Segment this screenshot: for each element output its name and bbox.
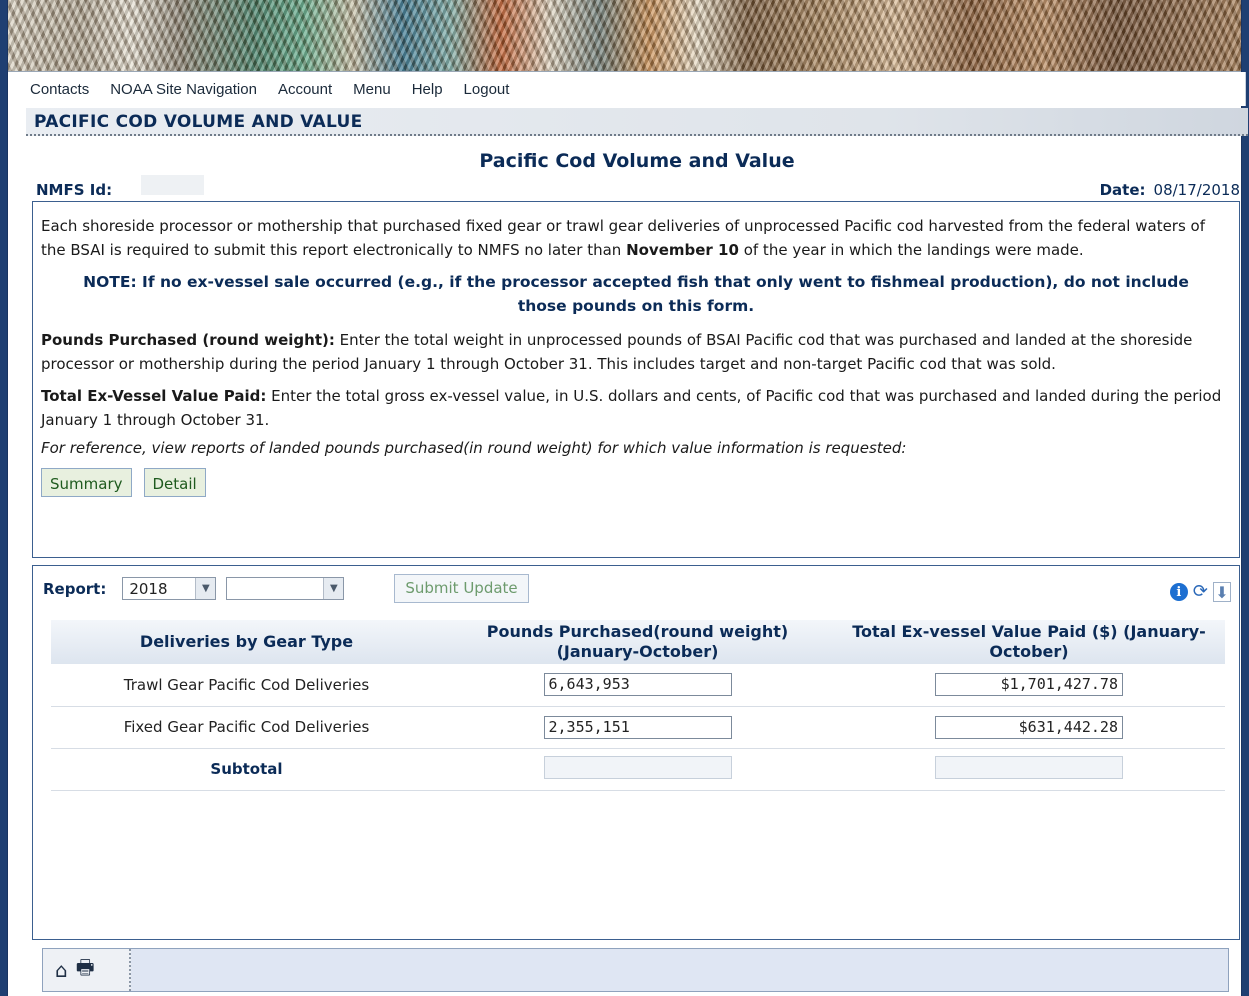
top-navigation: Contacts NOAA Site Navigation Account Me… — [26, 72, 1246, 106]
nav-logout[interactable]: Logout — [464, 81, 510, 98]
chevron-down-icon: ▼ — [195, 578, 216, 599]
pounds-label: Pounds Purchased (round weight): — [41, 331, 335, 349]
cod-deliveries-table: Deliveries by Gear Type Pounds Purchased… — [51, 620, 1225, 791]
table-row: Fixed Gear Pacific Cod Deliveries 2,355,… — [51, 706, 1225, 749]
instructions-panel: Each shoreside processor or mothership t… — [32, 201, 1240, 558]
nav-help[interactable]: Help — [412, 81, 443, 98]
subtotal-value-cell — [833, 748, 1225, 791]
submit-update-button[interactable]: Submit Update — [394, 574, 529, 603]
trawl-pounds-input[interactable]: 6,643,953 — [543, 673, 732, 697]
report-buttons: Summary Detail — [41, 468, 1231, 497]
page-title: Pacific Cod Volume and Value — [479, 150, 795, 172]
pounds-cell: 2,355,151 — [442, 706, 833, 749]
date-label: Date: — [1099, 181, 1146, 199]
nav-noaa-site-navigation[interactable]: NOAA Site Navigation — [110, 81, 257, 98]
nav-contacts[interactable]: Contacts — [30, 81, 89, 98]
pounds-cell: 6,643,953 — [442, 664, 833, 707]
print-icon[interactable]: 🖶 — [76, 953, 95, 987]
subtotal-value-field — [935, 755, 1123, 779]
report-toolbar: Report: 2018 ▼ ▼ Submit Update — [43, 574, 529, 603]
row-gear-type: Fixed Gear Pacific Cod Deliveries — [51, 706, 442, 749]
footer-bar: ⌂ 🖶 — [42, 948, 1229, 992]
section-title: PACIFIC COD VOLUME AND VALUE — [26, 108, 1248, 136]
table-header-row: Deliveries by Gear Type Pounds Purchased… — [51, 620, 1225, 664]
chevron-down-icon: ▼ — [323, 578, 344, 599]
intro-text-end: of the year in which the landings were m… — [738, 241, 1084, 259]
report-label: Report: — [43, 579, 107, 598]
home-icon[interactable]: ⌂ — [55, 958, 68, 982]
nav-account[interactable]: Account — [278, 81, 332, 98]
column-header-value: Total Ex-vessel Value Paid ($) (January-… — [833, 620, 1225, 664]
subtotal-pounds-cell — [442, 748, 833, 791]
date-value: 08/17/2018 — [1153, 181, 1240, 199]
report-secondary-select[interactable]: ▼ — [226, 577, 345, 600]
summary-button[interactable]: Summary — [41, 468, 132, 497]
column-header-gear-type: Deliveries by Gear Type — [51, 620, 442, 664]
report-year-select[interactable]: 2018 ▼ — [122, 577, 217, 600]
footer-tools: ⌂ 🖶 — [43, 949, 131, 991]
report-year-value: 2018 — [129, 579, 168, 598]
pounds-paragraph: Pounds Purchased (round weight): Enter t… — [41, 328, 1231, 376]
pin-icon[interactable]: ⬇ — [1213, 582, 1231, 602]
table-row: Trawl Gear Pacific Cod Deliveries 6,643,… — [51, 664, 1225, 707]
date-display: Date: 08/17/2018 — [1008, 181, 1240, 199]
note-text: NOTE: If no ex-vessel sale occurred (e.g… — [83, 273, 1189, 315]
trawl-value-input[interactable]: $1,701,427.78 — [935, 673, 1123, 697]
nmfs-id-label: NMFS Id: — [36, 181, 113, 199]
reference-text: For reference, view reports of landed po… — [41, 439, 907, 457]
value-cell: $631,442.28 — [833, 706, 1225, 749]
nmfs-id-value — [141, 175, 204, 195]
info-icon[interactable]: i — [1169, 583, 1188, 601]
refresh-icon[interactable]: ⟳ — [1193, 583, 1208, 601]
fixed-value-input[interactable]: $631,442.28 — [935, 715, 1123, 739]
deadline-date: November 10 — [626, 241, 739, 259]
nav-menu[interactable]: Menu — [353, 81, 391, 98]
fixed-pounds-input[interactable]: 2,355,151 — [543, 715, 732, 739]
column-header-pounds: Pounds Purchased(round weight) (January-… — [442, 620, 833, 664]
subtotal-row: Subtotal — [51, 748, 1225, 791]
report-tools: i ⟳ ⬇ — [1169, 582, 1231, 602]
subtotal-label: Subtotal — [51, 748, 442, 791]
subtotal-pounds-field — [543, 755, 732, 779]
value-label: Total Ex-Vessel Value Paid: — [41, 387, 267, 405]
value-cell: $1,701,427.78 — [833, 664, 1225, 707]
value-paragraph: Total Ex-Vessel Value Paid: Enter the to… — [41, 384, 1231, 432]
page-frame: Contacts NOAA Site Navigation Account Me… — [7, 0, 1248, 996]
header-banner-image — [8, 0, 1241, 72]
detail-button[interactable]: Detail — [143, 468, 206, 497]
row-gear-type: Trawl Gear Pacific Cod Deliveries — [51, 664, 442, 707]
report-panel: Report: 2018 ▼ ▼ Submit Update i ⟳ ⬇ Del… — [32, 565, 1240, 940]
intro-paragraph: Each shoreside processor or mothership t… — [41, 214, 1231, 262]
